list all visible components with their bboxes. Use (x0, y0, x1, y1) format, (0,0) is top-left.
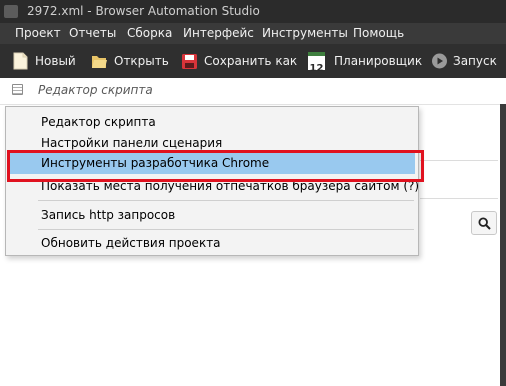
new-file-icon (13, 52, 28, 70)
menu-item-http-recording[interactable]: Запись http запросов (9, 205, 415, 226)
app-icon (4, 5, 18, 18)
window-title: 2972.xml - Browser Automation Studio (27, 4, 260, 18)
menu-help[interactable]: Помощь (353, 26, 404, 41)
run-button-label: Запуск (453, 54, 497, 68)
scheduler-button[interactable]: 12 Планировщик (308, 49, 422, 74)
menu-reports[interactable]: Отчеты (69, 26, 116, 41)
play-icon (432, 53, 447, 69)
menu-tools[interactable]: Инструменты (262, 26, 348, 41)
new-button-label: Новый (35, 54, 76, 68)
toolbar: Новый Открыть Сохранить как 12 Планировщ… (0, 44, 506, 78)
menu-item-script-editor[interactable]: Редактор скрипта (9, 112, 415, 133)
editor-menu-icon[interactable] (12, 84, 23, 95)
menu-separator (38, 229, 414, 230)
search-button[interactable] (471, 211, 497, 235)
menu-bar: Проект Отчеты Сборка Интерфейс Инструмен… (0, 23, 506, 44)
search-icon (478, 217, 491, 230)
editor-header: Редактор скрипта (0, 78, 506, 105)
menu-build[interactable]: Сборка (127, 26, 172, 41)
calendar-icon: 12 (308, 52, 325, 74)
menu-project[interactable]: Проект (15, 26, 61, 41)
new-button[interactable]: Новый (12, 49, 76, 73)
menu-separator (38, 200, 414, 201)
title-bar: 2972.xml - Browser Automation Studio (0, 0, 506, 23)
divider (420, 198, 498, 199)
menu-interface[interactable]: Интерфейс (183, 26, 254, 41)
open-folder-icon (92, 56, 107, 68)
save-as-button[interactable]: Сохранить как (181, 49, 297, 73)
editor-title[interactable]: Редактор скрипта (38, 83, 153, 98)
window-edge (500, 104, 506, 386)
highlight-annotation (7, 150, 424, 182)
menu-item-label: Обновить действия проекта (41, 236, 221, 250)
run-button[interactable]: Запуск (431, 49, 497, 73)
open-button[interactable]: Открыть (91, 49, 169, 73)
divider (420, 160, 498, 161)
menu-item-label: Запись http запросов (41, 208, 176, 222)
menu-item-label: Редактор скрипта (41, 115, 156, 129)
open-button-label: Открыть (114, 54, 169, 68)
scheduler-button-label: Планировщик (334, 54, 423, 68)
save-as-button-label: Сохранить как (204, 54, 298, 68)
save-disk-icon (182, 54, 197, 69)
menu-item-label: Настройки панели сценария (41, 136, 223, 150)
menu-item-update-actions[interactable]: Обновить действия проекта (9, 233, 415, 254)
